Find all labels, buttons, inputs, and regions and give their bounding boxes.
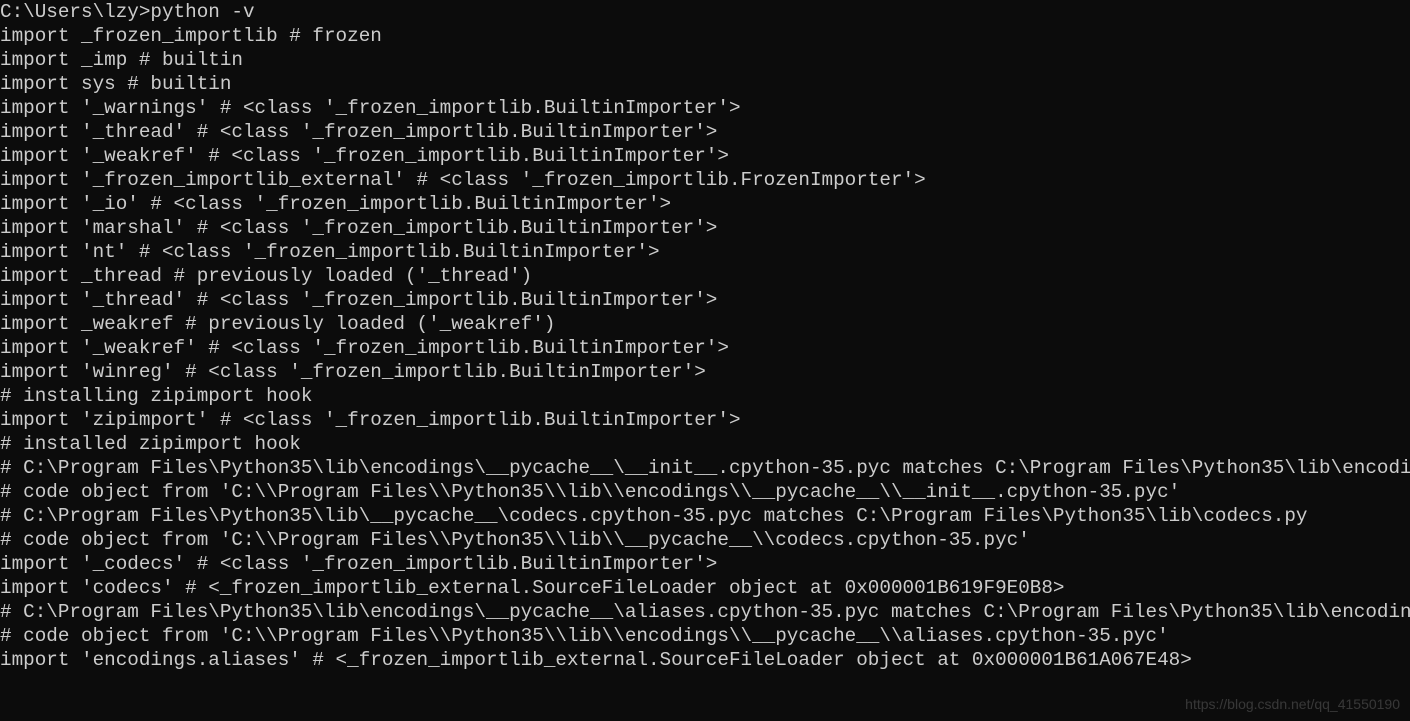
terminal-line: # C:\Program Files\Python35\lib\__pycach…	[0, 504, 1410, 528]
terminal-line: import '_weakref' # <class '_frozen_impo…	[0, 144, 1410, 168]
terminal-line: import 'winreg' # <class '_frozen_import…	[0, 360, 1410, 384]
terminal-output[interactable]: C:\Users\lzy>python -vimport _frozen_imp…	[0, 0, 1410, 672]
terminal-line: import '_frozen_importlib_external' # <c…	[0, 168, 1410, 192]
terminal-line: # code object from 'C:\\Program Files\\P…	[0, 480, 1410, 504]
terminal-line: # installing zipimport hook	[0, 384, 1410, 408]
terminal-line: import 'encodings.aliases' # <_frozen_im…	[0, 648, 1410, 672]
terminal-line: import _thread # previously loaded ('_th…	[0, 264, 1410, 288]
watermark-text: https://blog.csdn.net/qq_41550190	[1185, 692, 1400, 716]
terminal-line: import _frozen_importlib # frozen	[0, 24, 1410, 48]
terminal-line: import 'marshal' # <class '_frozen_impor…	[0, 216, 1410, 240]
terminal-line: import '_thread' # <class '_frozen_impor…	[0, 288, 1410, 312]
terminal-line: import 'nt' # <class '_frozen_importlib.…	[0, 240, 1410, 264]
terminal-line: import 'codecs' # <_frozen_importlib_ext…	[0, 576, 1410, 600]
terminal-line: # C:\Program Files\Python35\lib\encoding…	[0, 456, 1410, 480]
terminal-line: # code object from 'C:\\Program Files\\P…	[0, 624, 1410, 648]
terminal-line: import '_warnings' # <class '_frozen_imp…	[0, 96, 1410, 120]
terminal-line: import _weakref # previously loaded ('_w…	[0, 312, 1410, 336]
terminal-line: import '_thread' # <class '_frozen_impor…	[0, 120, 1410, 144]
terminal-line: import '_io' # <class '_frozen_importlib…	[0, 192, 1410, 216]
terminal-line: import '_codecs' # <class '_frozen_impor…	[0, 552, 1410, 576]
terminal-line: # code object from 'C:\\Program Files\\P…	[0, 528, 1410, 552]
terminal-line: import 'zipimport' # <class '_frozen_imp…	[0, 408, 1410, 432]
terminal-line: import sys # builtin	[0, 72, 1410, 96]
terminal-line: # installed zipimport hook	[0, 432, 1410, 456]
terminal-line: import '_weakref' # <class '_frozen_impo…	[0, 336, 1410, 360]
terminal-line: # C:\Program Files\Python35\lib\encoding…	[0, 600, 1410, 624]
terminal-line: import _imp # builtin	[0, 48, 1410, 72]
terminal-line: C:\Users\lzy>python -v	[0, 0, 1410, 24]
